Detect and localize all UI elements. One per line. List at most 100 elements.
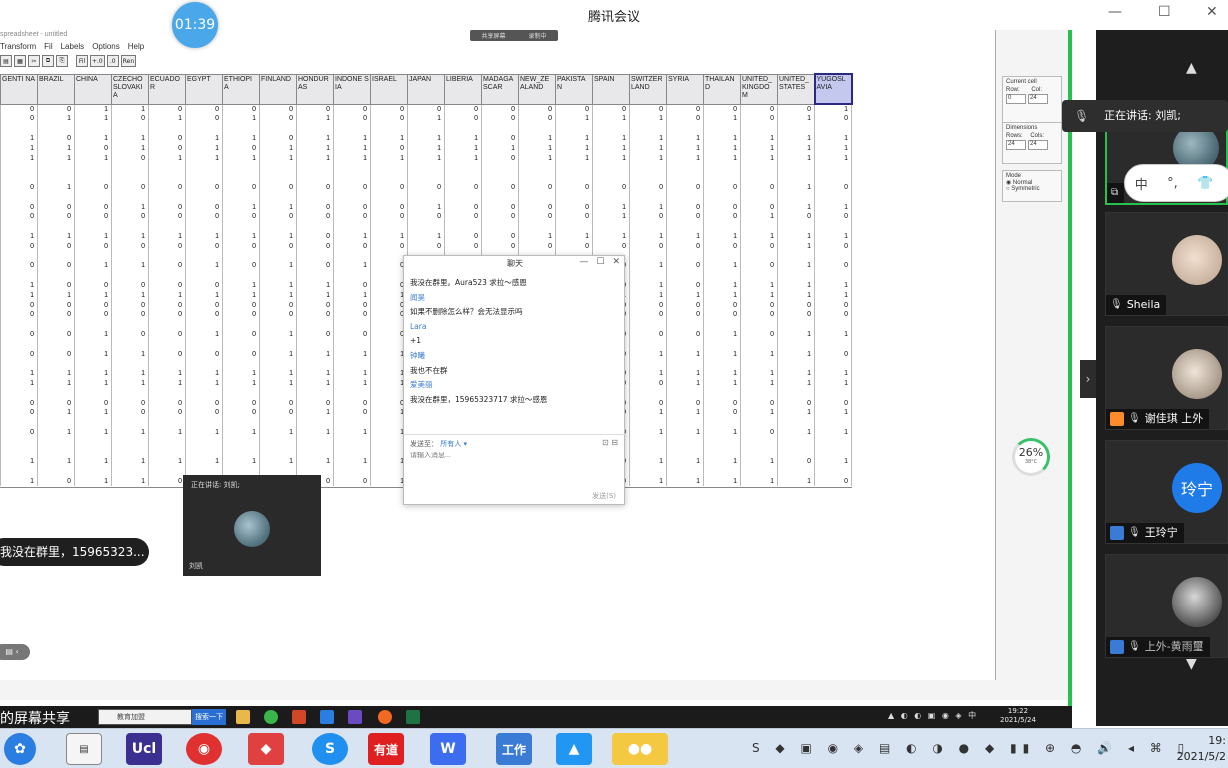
grid-cell[interactable]: 1 <box>629 280 667 291</box>
grid-cell[interactable]: 1 <box>0 143 38 154</box>
grid-cell[interactable] <box>777 388 815 399</box>
grid-cell[interactable]: 1 <box>0 378 38 389</box>
grid-cell[interactable]: 1 <box>592 114 630 124</box>
grid-cell[interactable] <box>222 417 260 428</box>
menu-labels[interactable]: Labels <box>61 42 85 54</box>
grid-cell[interactable] <box>407 172 445 183</box>
grid-cell[interactable]: 0 <box>370 104 408 114</box>
grid-cell[interactable]: 1 <box>111 368 149 379</box>
grid-cell[interactable] <box>259 192 297 203</box>
grid-cell[interactable] <box>518 221 556 232</box>
grid-cell[interactable] <box>777 358 815 369</box>
chat-close-icon[interactable]: ✕ <box>612 257 620 267</box>
grid-cell[interactable]: 0 <box>740 104 778 114</box>
grid-cell[interactable]: 1 <box>222 280 260 291</box>
grid-cell[interactable]: 0 <box>0 309 38 320</box>
grid-cell[interactable]: 0 <box>555 211 593 222</box>
grid-cell[interactable]: 1 <box>629 456 667 467</box>
column-header[interactable]: ECUADO R <box>148 73 186 105</box>
grid-cell[interactable]: 1 <box>814 104 852 114</box>
grid-cell[interactable]: 0 <box>814 260 852 271</box>
grid-cell[interactable]: 0 <box>814 241 852 252</box>
grid-cell[interactable]: 1 <box>777 476 815 487</box>
close-button[interactable]: ✕ <box>1206 4 1218 20</box>
grid-cell[interactable]: 1 <box>777 241 815 252</box>
grid-cell[interactable]: 0 <box>333 309 371 320</box>
grid-cell[interactable]: 1 <box>74 368 112 379</box>
grid-cell[interactable] <box>259 172 297 183</box>
grid-cell[interactable]: 1 <box>703 231 741 242</box>
grid-cell[interactable] <box>629 162 667 173</box>
grid-cell[interactable]: 0 <box>296 104 334 114</box>
grid-cell[interactable]: 1 <box>777 427 815 438</box>
grid-cell[interactable] <box>37 447 75 457</box>
youdao-icon[interactable]: 有道 <box>368 733 404 765</box>
column-header[interactable]: GENTI NA <box>0 73 38 105</box>
grid-cell[interactable]: 0 <box>37 309 75 320</box>
grid-cell[interactable]: 1 <box>555 143 593 154</box>
grid-cell[interactable]: 1 <box>222 368 260 379</box>
grid-cell[interactable] <box>111 251 149 261</box>
grid-cell[interactable]: 0 <box>592 241 630 252</box>
grid-cell[interactable] <box>37 339 75 350</box>
grid-cell[interactable]: 0 <box>0 260 38 271</box>
grid-cell[interactable] <box>444 192 482 203</box>
sogou-icon[interactable]: S <box>312 733 348 765</box>
column-header[interactable]: JAPAN <box>407 73 445 105</box>
grid-cell[interactable]: 1 <box>370 368 408 379</box>
grid-cell[interactable] <box>407 123 445 134</box>
grid-cell[interactable]: 1 <box>740 211 778 222</box>
grid-cell[interactable] <box>814 192 852 203</box>
grid-cell[interactable]: 1 <box>407 114 445 124</box>
grid-cell[interactable]: 0 <box>222 309 260 320</box>
grid-cell[interactable]: 1 <box>777 368 815 379</box>
grid-cell[interactable] <box>37 251 75 261</box>
grid-cell[interactable] <box>185 192 223 203</box>
grid-cell[interactable]: 1 <box>296 378 334 389</box>
grid-cell[interactable] <box>185 251 223 261</box>
grid-cell[interactable]: 1 <box>703 427 741 438</box>
grid-cell[interactable]: 0 <box>74 241 112 252</box>
grid-cell[interactable]: 1 <box>111 290 149 301</box>
grid-cell[interactable]: 0 <box>74 143 112 154</box>
grid-cell[interactable]: 0 <box>148 398 186 408</box>
grid-cell[interactable] <box>185 437 223 448</box>
grid-cell[interactable] <box>407 162 445 173</box>
grid-cell[interactable] <box>333 319 371 330</box>
grid-cell[interactable] <box>0 417 38 428</box>
grid-cell[interactable] <box>111 172 149 183</box>
grid-cell[interactable] <box>777 123 815 134</box>
grid-cell[interactable]: 1 <box>407 231 445 242</box>
grid-cell[interactable]: 1 <box>777 182 815 193</box>
grid-cell[interactable]: 0 <box>481 182 519 193</box>
grid-cell[interactable]: 0 <box>370 309 408 320</box>
column-header[interactable]: FINLAND <box>259 73 297 105</box>
grid-cell[interactable]: 0 <box>629 241 667 252</box>
grid-cell[interactable]: 0 <box>481 202 519 212</box>
grid-cell[interactable] <box>222 358 260 369</box>
grid-cell[interactable] <box>740 437 778 448</box>
grid-cell[interactable]: 0 <box>629 300 667 310</box>
grid-cell[interactable]: 1 <box>296 368 334 379</box>
grid-cell[interactable]: 0 <box>444 202 482 212</box>
column-header[interactable]: LIBERIA <box>444 73 482 105</box>
grid-cell[interactable]: 1 <box>629 368 667 379</box>
grid-cell[interactable]: 1 <box>666 143 704 154</box>
grid-cell[interactable]: 0 <box>185 114 223 124</box>
grid-cell[interactable]: 0 <box>555 202 593 212</box>
grid-cell[interactable]: 1 <box>185 143 223 154</box>
grid-cell[interactable] <box>629 339 667 350</box>
grid-cell[interactable] <box>74 447 112 457</box>
grid-cell[interactable] <box>0 388 38 399</box>
grid-cell[interactable]: 0 <box>74 309 112 320</box>
grid-cell[interactable]: 0 <box>222 104 260 114</box>
grid-cell[interactable] <box>666 466 704 477</box>
scroll-down-icon[interactable]: ▼ <box>1186 656 1197 672</box>
grid-cell[interactable]: 0 <box>148 407 186 418</box>
rename-button[interactable]: Ren <box>120 55 137 67</box>
grid-cell[interactable] <box>74 466 112 477</box>
firefox-icon[interactable] <box>378 710 392 724</box>
grid-cell[interactable] <box>259 221 297 232</box>
grid-cell[interactable]: 1 <box>37 153 75 163</box>
grid-cell[interactable]: 0 <box>444 231 482 242</box>
